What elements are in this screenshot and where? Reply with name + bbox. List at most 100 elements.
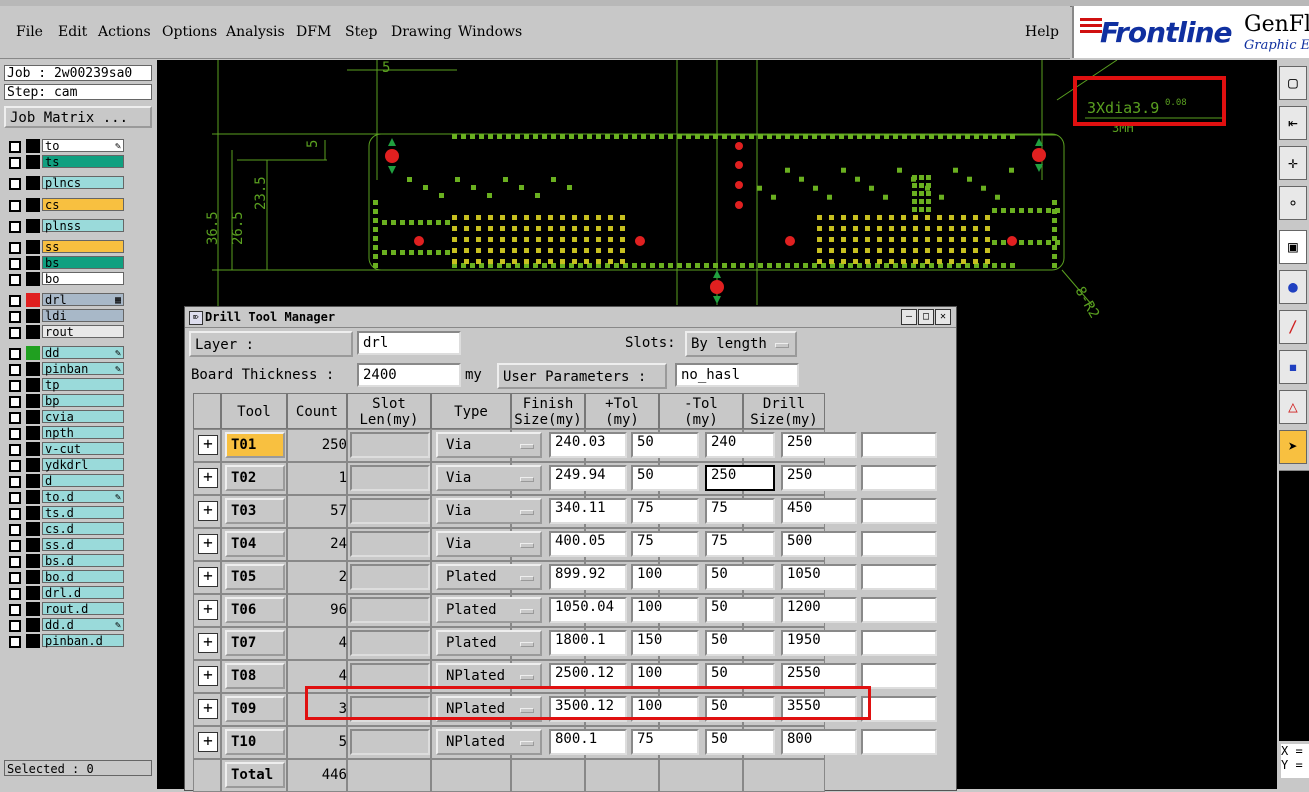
layer-name[interactable]: ldi: [42, 309, 124, 323]
type-select[interactable]: Via: [436, 432, 542, 458]
type-select[interactable]: Via: [436, 531, 542, 557]
layer-row-cs[interactable]: cs: [4, 198, 126, 212]
menu-file[interactable]: File: [16, 24, 43, 40]
plus-tol-input[interactable]: 150: [631, 630, 699, 656]
minus-tol-input[interactable]: 250: [705, 465, 775, 491]
layer-name[interactable]: dd ✎: [42, 346, 124, 360]
layer-color-swatch[interactable]: [26, 442, 40, 456]
tool-button[interactable]: T07: [225, 630, 285, 656]
drill-des-input[interactable]: [861, 663, 937, 689]
layer-checkbox[interactable]: [9, 178, 21, 190]
layer-checkbox[interactable]: [9, 380, 21, 392]
expand-icon[interactable]: +: [198, 666, 218, 686]
slot-length-input[interactable]: [350, 597, 430, 623]
drill-des-input[interactable]: [861, 498, 937, 524]
layer-name[interactable]: cs: [42, 198, 124, 212]
layer-checkbox[interactable]: [9, 572, 21, 584]
layer-color-swatch[interactable]: [26, 139, 40, 153]
layer-row-bo.d[interactable]: bo.d: [4, 570, 126, 584]
drill-size-input[interactable]: 250: [781, 465, 857, 491]
layer-row-to[interactable]: to ✎: [4, 139, 126, 153]
layer-checkbox[interactable]: [9, 295, 21, 307]
layer-row-ss[interactable]: ss: [4, 240, 126, 254]
layer-name[interactable]: npth: [42, 426, 124, 440]
layer-color-swatch[interactable]: [26, 176, 40, 190]
layer-color-swatch[interactable]: [26, 309, 40, 323]
type-select[interactable]: Plated: [436, 564, 542, 590]
slot-length-input[interactable]: [350, 498, 430, 524]
user-parameters-button[interactable]: User Parameters :: [497, 363, 667, 389]
layer-color-swatch[interactable]: [26, 506, 40, 520]
drill-des-input[interactable]: [861, 729, 937, 755]
layer-color-swatch[interactable]: [26, 256, 40, 270]
layer-name[interactable]: v-cut: [42, 442, 124, 456]
menu-windows[interactable]: Windows: [458, 24, 522, 40]
layer-name[interactable]: bp: [42, 394, 124, 408]
layer-row-ss.d[interactable]: ss.d: [4, 538, 126, 552]
minus-tol-input[interactable]: 75: [705, 531, 775, 557]
slot-length-input[interactable]: [350, 432, 430, 458]
layer-row-bs[interactable]: bs: [4, 256, 126, 270]
layer-color-swatch[interactable]: [26, 155, 40, 169]
layer-row-plncs[interactable]: plncs: [4, 176, 126, 190]
layer-color-swatch[interactable]: [26, 362, 40, 376]
layer-checkbox[interactable]: [9, 444, 21, 456]
layer-color-swatch[interactable]: [26, 618, 40, 632]
layer-row-ts[interactable]: ts: [4, 155, 126, 169]
layer-row-bs.d[interactable]: bs.d: [4, 554, 126, 568]
slots-select[interactable]: By length: [685, 331, 797, 357]
user-parameters-input[interactable]: no_hasl: [675, 363, 799, 387]
layer-checkbox[interactable]: [9, 508, 21, 520]
layer-color-swatch[interactable]: [26, 410, 40, 424]
slot-length-input[interactable]: [350, 564, 430, 590]
minus-tol-input[interactable]: 50: [705, 597, 775, 623]
layer-checkbox[interactable]: [9, 141, 21, 153]
layer-color-swatch[interactable]: [26, 272, 40, 286]
tool-button[interactable]: T08: [225, 663, 285, 689]
drill-size-input[interactable]: 1200: [781, 597, 857, 623]
drill-des-input[interactable]: [861, 564, 937, 590]
layer-checkbox[interactable]: [9, 348, 21, 360]
dialog-title-bar[interactable]: ⌦ Drill Tool Manager — □ ✕: [185, 307, 956, 328]
drill-des-input[interactable]: [861, 531, 937, 557]
finish-size-input[interactable]: 1050.04: [549, 597, 627, 623]
drill-des-input[interactable]: [861, 597, 937, 623]
drill-size-input[interactable]: 1950: [781, 630, 857, 656]
expand-icon[interactable]: +: [198, 732, 218, 752]
layer-row-ldi[interactable]: ldi: [4, 309, 126, 323]
layer-name[interactable]: pinban ✎: [42, 362, 124, 376]
tool-button[interactable]: T05: [225, 564, 285, 590]
layer-row-plnss[interactable]: plnss: [4, 219, 126, 233]
layer-checkbox[interactable]: [9, 524, 21, 536]
finish-size-input[interactable]: 400.05: [549, 531, 627, 557]
tool-button[interactable]: T04: [225, 531, 285, 557]
layer-name[interactable]: ydkdrl: [42, 458, 124, 472]
layer-row-cs.d[interactable]: cs.d: [4, 522, 126, 536]
layer-row-tp[interactable]: tp: [4, 378, 126, 392]
layer-input[interactable]: drl: [357, 331, 461, 355]
layer-color-swatch[interactable]: [26, 325, 40, 339]
layer-name[interactable]: rout.d: [42, 602, 124, 616]
expand-icon[interactable]: +: [198, 534, 218, 554]
drill-size-input[interactable]: 250: [781, 432, 857, 458]
clipboard-icon[interactable]: ▢: [1279, 66, 1307, 100]
maximize-icon[interactable]: □: [918, 309, 934, 325]
layer-name[interactable]: to ✎: [42, 139, 124, 153]
layer-in-icon[interactable]: ⇤: [1279, 106, 1307, 140]
layer-color-swatch[interactable]: [26, 378, 40, 392]
layer-checkbox[interactable]: [9, 428, 21, 440]
layer-name[interactable]: rout: [42, 325, 124, 339]
layer-checkbox[interactable]: [9, 492, 21, 504]
finish-size-input[interactable]: 240.03: [549, 432, 627, 458]
expand-icon[interactable]: +: [198, 567, 218, 587]
layer-color-swatch[interactable]: [26, 538, 40, 552]
layer-color-swatch[interactable]: [26, 219, 40, 233]
layer-checkbox[interactable]: [9, 604, 21, 616]
plus-tol-input[interactable]: 75: [631, 729, 699, 755]
drill-des-input[interactable]: [861, 696, 937, 722]
menu-dfm[interactable]: DFM: [296, 24, 331, 40]
slot-length-input[interactable]: [350, 465, 430, 491]
layer-name[interactable]: cvia: [42, 410, 124, 424]
drill-size-input[interactable]: 800: [781, 729, 857, 755]
layer-name[interactable]: bo: [42, 272, 124, 286]
